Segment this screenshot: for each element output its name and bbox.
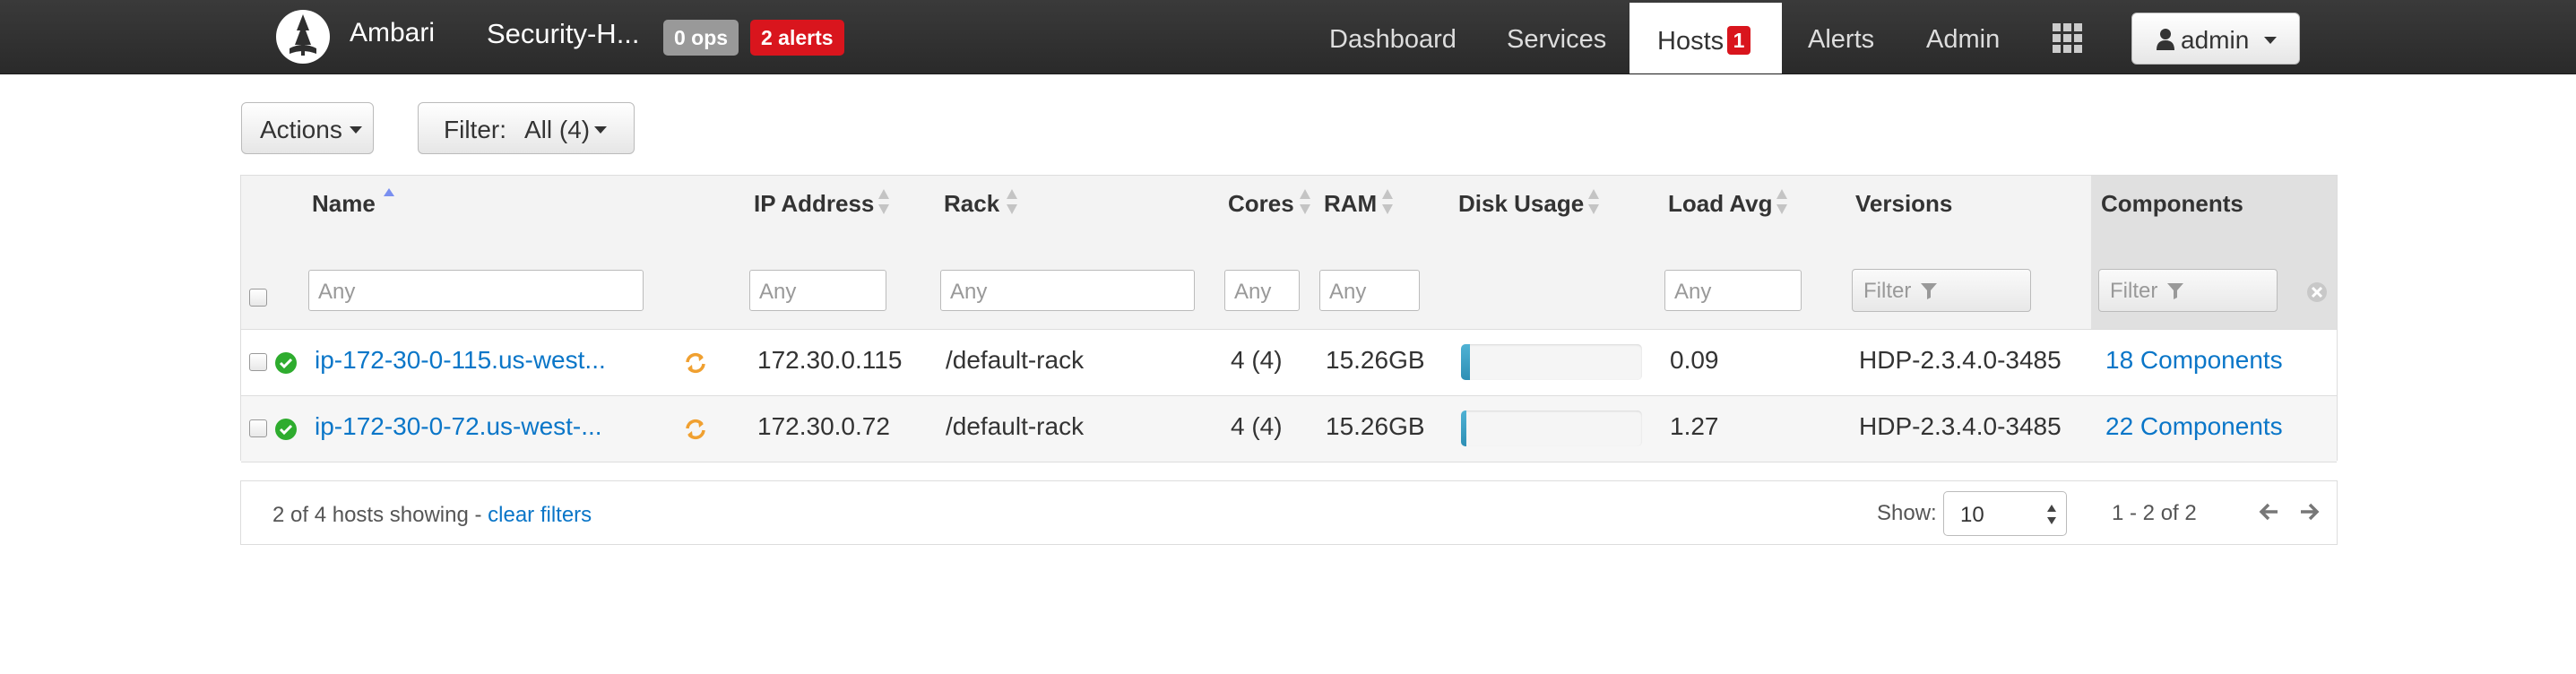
next-page-icon[interactable] [2299, 501, 2321, 523]
cores: 4 (4) [1231, 412, 1283, 440]
hosts-count-badge: 1 [1727, 26, 1750, 55]
ip-address: 172.30.0.72 [757, 412, 890, 440]
load-avg-filter-input[interactable]: Any [1664, 270, 1802, 311]
disk-usage-bar [1461, 344, 1642, 380]
alerts-badge[interactable]: 2 alerts [750, 20, 844, 56]
sort-icon[interactable] [1006, 188, 1018, 215]
row-checkbox[interactable] [249, 419, 267, 437]
nav-dashboard[interactable]: Dashboard [1329, 0, 1457, 73]
ram-filter-input[interactable]: Any [1319, 270, 1420, 311]
grid-icon[interactable] [2053, 23, 2083, 54]
chevron-down-icon [350, 126, 362, 134]
ram: 15.26GB [1326, 346, 1425, 374]
user-menu-button[interactable]: admin [2131, 13, 2300, 65]
chevron-down-icon [2264, 37, 2277, 44]
load-avg: 0.09 [1670, 346, 1719, 374]
ram: 15.26GB [1326, 412, 1425, 440]
summary-text: 2 of 4 hosts showing - [272, 503, 488, 527]
ambari-logo-icon[interactable] [275, 9, 331, 65]
column-header-components: Components [2101, 190, 2243, 217]
actions-button[interactable]: Actions [241, 102, 374, 154]
clear-filters-link[interactable]: clear filters [488, 503, 592, 527]
column-header-ip[interactable]: IP Address [754, 190, 874, 218]
table-row: ip-172-30-0-72.us-west-... 172.30.0.72 /… [241, 396, 2337, 462]
user-icon [2157, 29, 2174, 50]
ip-filter-input[interactable]: Any [749, 270, 886, 311]
host-name-link[interactable]: ip-172-30-0-115.us-west... [315, 346, 606, 375]
components-filter-label: Filter [2110, 279, 2158, 303]
table-row: ip-172-30-0-115.us-west... 172.30.0.115 … [241, 330, 2337, 396]
nav-services[interactable]: Services [1507, 0, 1606, 73]
brand-name[interactable]: Ambari [350, 18, 435, 48]
sort-icon[interactable] [1587, 188, 1600, 215]
disk-usage-bar [1461, 410, 1642, 446]
sort-icon[interactable] [877, 188, 890, 215]
host-name-link[interactable]: ip-172-30-0-72.us-west-... [315, 412, 602, 441]
host-filter-button[interactable]: Filter: All (4) [418, 102, 635, 154]
table-footer: 2 of 4 hosts showing - clear filters Sho… [240, 480, 2338, 545]
restart-required-icon[interactable] [684, 418, 707, 441]
status-ok-icon [275, 419, 297, 440]
column-header-load-avg[interactable]: Load Avg [1668, 190, 1773, 218]
clear-filters-icon[interactable] [2306, 281, 2328, 303]
column-header-ram[interactable]: RAM [1324, 190, 1377, 218]
cores: 4 (4) [1231, 346, 1283, 374]
status-ok-icon [275, 352, 297, 374]
hosts-showing-summary: 2 of 4 hosts showing - clear filters [272, 503, 592, 528]
load-avg: 1.27 [1670, 412, 1719, 440]
select-arrows-icon [2047, 505, 2056, 524]
page-size-value: 10 [1960, 503, 1984, 527]
select-all-checkbox[interactable] [249, 289, 267, 307]
ops-badge[interactable]: 0 ops [663, 20, 739, 56]
filter-value: All (4) [524, 116, 591, 143]
table-header: Name IP Address Rack Cores RAM Disk Usag… [241, 176, 2337, 330]
row-checkbox[interactable] [249, 353, 267, 371]
pagination-range: 1 - 2 of 2 [2112, 501, 2197, 525]
components-filter-button[interactable]: Filter [2098, 269, 2278, 312]
top-navbar: Ambari Security-H... 0 ops 2 alerts Dash… [0, 0, 2576, 74]
ip-address: 172.30.0.115 [757, 346, 903, 374]
sort-icon[interactable] [1381, 188, 1394, 215]
user-name: admin [2181, 26, 2250, 54]
nav-hosts[interactable]: Hosts 1 [1629, 3, 1782, 73]
cluster-name[interactable]: Security-H... [487, 18, 640, 50]
version: HDP-2.3.4.0-3485 [1859, 346, 2062, 374]
previous-page-icon[interactable] [2258, 501, 2279, 523]
hosts-table: Name IP Address Rack Cores RAM Disk Usag… [240, 175, 2338, 462]
rack-filter-input[interactable]: Any [940, 270, 1195, 311]
page-size-select[interactable]: 10 [1943, 491, 2067, 536]
column-header-disk-usage[interactable]: Disk Usage [1458, 190, 1584, 218]
column-header-cores[interactable]: Cores [1228, 190, 1294, 218]
sort-asc-icon[interactable] [383, 185, 395, 212]
column-header-rack[interactable]: Rack [944, 190, 999, 218]
rack: /default-rack [946, 346, 1085, 374]
versions-filter-button[interactable]: Filter [1852, 269, 2031, 312]
chevron-down-icon [594, 126, 607, 134]
components-link[interactable]: 22 Components [2105, 412, 2283, 441]
components-link[interactable]: 18 Components [2105, 346, 2283, 375]
column-header-versions: Versions [1855, 190, 1953, 217]
name-filter-input[interactable]: Any [308, 270, 644, 311]
rack: /default-rack [946, 412, 1085, 440]
restart-required-icon[interactable] [684, 351, 707, 375]
nav-admin[interactable]: Admin [1926, 0, 2000, 73]
nav-hosts-label: Hosts [1657, 27, 1725, 56]
funnel-icon [1921, 283, 1937, 299]
disk-usage-fill [1461, 410, 1467, 446]
show-label: Show: [1877, 501, 1937, 525]
sort-icon[interactable] [1776, 188, 1788, 215]
cores-filter-input[interactable]: Any [1224, 270, 1300, 311]
column-header-name[interactable]: Name [312, 190, 376, 218]
funnel-icon [2167, 283, 2183, 299]
version: HDP-2.3.4.0-3485 [1859, 412, 2062, 440]
filter-label: Filter: [444, 116, 506, 143]
nav-alerts[interactable]: Alerts [1808, 0, 1874, 73]
actions-label: Actions [260, 116, 342, 143]
disk-usage-fill [1461, 344, 1471, 380]
versions-filter-label: Filter [1863, 279, 1912, 303]
sort-icon[interactable] [1299, 188, 1311, 215]
